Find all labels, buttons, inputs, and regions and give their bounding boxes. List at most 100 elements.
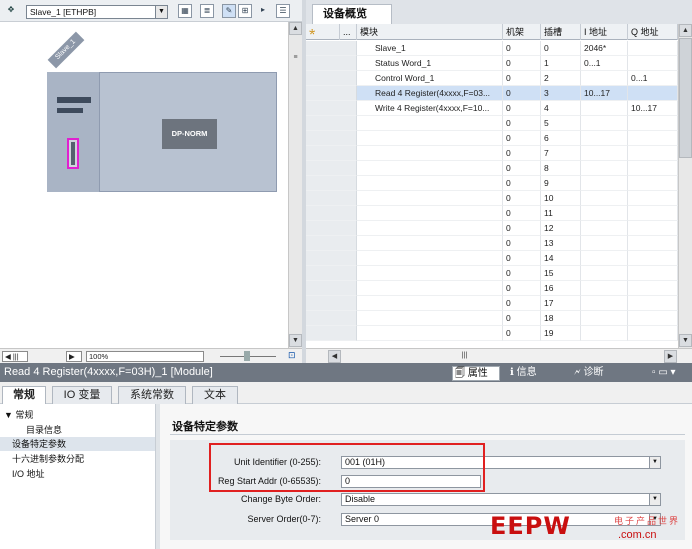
row-gutter[interactable] <box>306 56 357 71</box>
cell-module[interactable] <box>357 236 503 251</box>
chevron-down-icon[interactable]: ▼ <box>155 6 167 18</box>
row-gutter[interactable] <box>306 146 357 161</box>
cell-module[interactable] <box>357 161 503 176</box>
cell-slot[interactable]: 7 <box>541 146 581 161</box>
chevron-down-icon[interactable]: ▼ <box>649 457 660 468</box>
table-row[interactable]: 0 16 <box>306 281 678 296</box>
cell-i[interactable] <box>581 71 628 86</box>
cell-i[interactable] <box>581 131 628 146</box>
cell-i[interactable] <box>581 176 628 191</box>
cell-q[interactable] <box>628 161 678 176</box>
more-icon[interactable]: ▸ <box>256 4 270 18</box>
device-select[interactable]: Slave_1 [ETHPB] ▼ <box>26 5 168 19</box>
row-gutter[interactable] <box>306 101 357 116</box>
window-controls-icon[interactable]: ▫ ▭ ▾ <box>650 366 676 381</box>
cell-module[interactable] <box>357 146 503 161</box>
cell-slot[interactable]: 4 <box>541 101 581 116</box>
cell-module[interactable] <box>357 296 503 311</box>
cell-i[interactable]: 0...1 <box>581 56 628 71</box>
cell-rack[interactable]: 0 <box>503 131 541 146</box>
table-row[interactable]: 0 10 <box>306 191 678 206</box>
row-gutter[interactable] <box>306 326 357 341</box>
scroll-right-icon[interactable]: ▶ <box>664 350 677 363</box>
cell-slot[interactable]: 14 <box>541 251 581 266</box>
cell-rack[interactable]: 0 <box>503 146 541 161</box>
row-gutter[interactable] <box>306 311 357 326</box>
cell-i[interactable] <box>581 146 628 161</box>
header-q-address[interactable]: Q 地址 <box>628 24 678 40</box>
row-gutter[interactable] <box>306 281 357 296</box>
cell-module[interactable]: Write 4 Register(4xxxx,F=10... <box>357 101 503 116</box>
cell-module[interactable]: Status Word_1 <box>357 56 503 71</box>
cell-q[interactable] <box>628 86 678 101</box>
cell-rack[interactable]: 0 <box>503 221 541 236</box>
tree-item-device-params[interactable]: 设备特定参数 <box>0 437 155 451</box>
cell-rack[interactable]: 0 <box>503 191 541 206</box>
cell-q[interactable] <box>628 296 678 311</box>
table-row[interactable]: 0 17 <box>306 296 678 311</box>
row-gutter[interactable] <box>306 221 357 236</box>
cell-module[interactable] <box>357 326 503 341</box>
list-icon[interactable]: ☰ <box>276 4 290 18</box>
table-row[interactable]: 0 12 <box>306 221 678 236</box>
cell-module[interactable] <box>357 191 503 206</box>
row-gutter[interactable] <box>306 86 357 101</box>
cell-rack[interactable]: 0 <box>503 101 541 116</box>
table-row[interactable]: Read 4 Register(4xxxx,F=03... 0 3 10...17 <box>306 86 678 101</box>
cell-i[interactable] <box>581 191 628 206</box>
table-row[interactable]: 0 15 <box>306 266 678 281</box>
cell-rack[interactable]: 0 <box>503 56 541 71</box>
row-gutter[interactable] <box>306 296 357 311</box>
dp-norm-module[interactable]: DP-NORM <box>162 119 217 149</box>
cell-i[interactable] <box>581 326 628 341</box>
table-row[interactable]: Status Word_1 0 1 0...1 <box>306 56 678 71</box>
cell-slot[interactable]: 2 <box>541 71 581 86</box>
cell-rack[interactable]: 0 <box>503 326 541 341</box>
table-row[interactable]: 05 <box>306 116 678 131</box>
tab-texts[interactable]: 文本 <box>192 386 238 404</box>
table-row[interactable]: 09 <box>306 176 678 191</box>
table-row[interactable]: 07 <box>306 146 678 161</box>
row-gutter[interactable] <box>306 161 357 176</box>
cell-rack[interactable]: 0 <box>503 176 541 191</box>
tree-item-hex-params[interactable]: 十六进制参数分配 <box>0 452 155 466</box>
device-head-module[interactable] <box>47 72 100 192</box>
table-row[interactable]: 06 <box>306 131 678 146</box>
scroll-grip-icon[interactable]: ||| <box>458 350 471 363</box>
canvas-vertical-scrollbar[interactable]: ▲ ≡ ▼ <box>288 22 302 348</box>
cell-i[interactable] <box>581 281 628 296</box>
cell-slot[interactable]: 10 <box>541 191 581 206</box>
tag-icon[interactable]: ≣ <box>200 4 214 18</box>
cell-q[interactable] <box>628 206 678 221</box>
cell-slot[interactable]: 8 <box>541 161 581 176</box>
header-rack[interactable]: 机架 <box>503 24 541 40</box>
header-i-address[interactable]: I 地址 <box>581 24 628 40</box>
cell-i[interactable] <box>581 266 628 281</box>
cell-module[interactable] <box>357 266 503 281</box>
cell-q[interactable]: 0...1 <box>628 71 678 86</box>
cell-q[interactable] <box>628 281 678 296</box>
cell-rack[interactable]: 0 <box>503 71 541 86</box>
scroll-left-icon[interactable]: ◀ <box>328 350 341 363</box>
scroll-right-icon[interactable]: ▶ <box>66 351 82 362</box>
scroll-down-icon[interactable]: ▼ <box>289 334 302 347</box>
pencil-icon[interactable]: ✎ <box>222 4 236 18</box>
cell-slot[interactable]: 16 <box>541 281 581 296</box>
scroll-up-icon[interactable]: ▲ <box>289 22 302 35</box>
chevron-down-icon[interactable]: ▼ <box>649 494 660 505</box>
row-gutter[interactable] <box>306 266 357 281</box>
cell-slot[interactable]: 11 <box>541 206 581 221</box>
header-module[interactable]: 模块 <box>357 24 503 40</box>
row-gutter[interactable] <box>306 131 357 146</box>
network-icon[interactable]: ✥ <box>4 4 18 18</box>
cell-i[interactable]: 2046* <box>581 41 628 56</box>
table-icon[interactable]: ▦ <box>178 4 192 18</box>
cell-rack[interactable]: 0 <box>503 206 541 221</box>
cell-module[interactable]: Read 4 Register(4xxxx,F=03... <box>357 86 503 101</box>
table-row[interactable]: 0 13 <box>306 236 678 251</box>
cell-module[interactable] <box>357 206 503 221</box>
cell-q[interactable] <box>628 311 678 326</box>
zoom-select[interactable]: 100% <box>86 351 204 362</box>
cell-slot[interactable]: 12 <box>541 221 581 236</box>
table-row[interactable]: Control Word_1 0 2 0...1 <box>306 71 678 86</box>
